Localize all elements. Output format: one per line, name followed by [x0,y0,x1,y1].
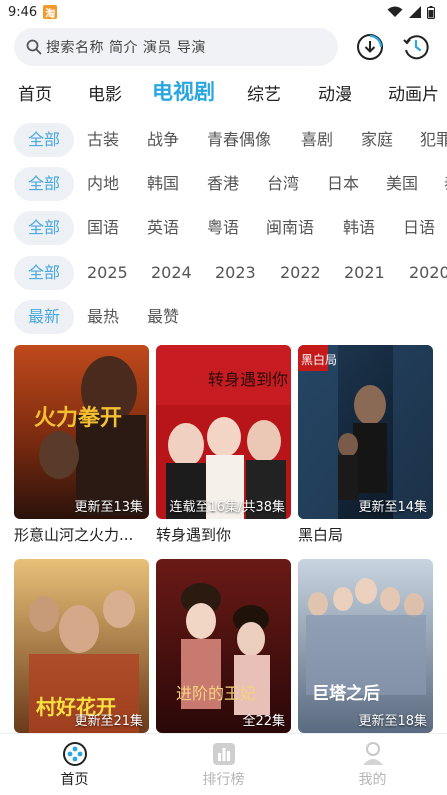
filter-row-sort: 最新 最热 最赞 [0,300,447,334]
poster-title-art: 进阶的王妃 [176,684,256,703]
filter-row-language: 全部 国语 英语 粤语 闽南语 韩语 日语 [0,211,447,245]
signal-icon [409,6,421,18]
ranking-chart-icon [212,742,235,765]
poster-title-art: 巨塔之后 [312,683,380,704]
filter-chip[interactable]: 青春偶像 [207,123,271,157]
filter-chip[interactable]: 美国 [386,167,418,201]
search-input[interactable]: 搜索名称 简介 演员 导演 [14,28,338,66]
filter-chip[interactable]: 2022 [280,256,321,290]
video-card[interactable]: 巨塔之后 更新至18集 [298,559,433,733]
download-icon[interactable] [356,33,384,61]
filter-chip[interactable]: 全部 [14,167,75,201]
episode-badge: 更新至14集 [358,500,427,515]
filter-chip[interactable]: 内地 [87,167,119,201]
filter-chip[interactable]: 闽南语 [266,211,314,245]
filter-row-genre: 全部 古装 战争 青春偶像 喜剧 家庭 犯罪 [0,123,447,157]
status-bar: 9:46 淘 [0,0,447,24]
category-tabs: 首页 电影 电视剧 综艺 动漫 动画片 [0,74,447,110]
filter-chip[interactable]: 家庭 [361,123,393,157]
history-icon[interactable] [402,33,430,61]
filter-chip[interactable]: 2024 [151,256,192,290]
episode-badge: 更新至21集 [74,714,143,729]
poster-title-art: 转身遇到你 [208,370,288,389]
video-poster[interactable]: 黑白局 更新至14集 [298,345,433,519]
tab-home[interactable]: 首页 [18,80,52,105]
episode-badge: 连载至16集/共38集 [169,500,285,515]
filter-chip[interactable]: 台湾 [267,167,299,201]
filter-row-year: 全部 2025 2024 2023 2022 2021 2020 [0,256,447,290]
video-title: 转身遇到你 [156,526,232,544]
video-poster[interactable]: 火力拳开 更新至13集 [14,345,149,519]
video-card[interactable]: 村好花开 更新至21集 [14,559,149,733]
battery-icon [427,5,435,19]
filter-chip[interactable]: 全部 [14,256,75,290]
episode-badge: 全22集 [242,714,285,729]
film-reel-icon [62,741,87,766]
video-card[interactable]: 进阶的王妃 全22集 [156,559,291,733]
poster-image: 村好花开 [14,559,149,733]
poster-title-art: 黑白局 [301,352,337,367]
filter-chip[interactable]: 犯罪 [420,123,447,157]
wifi-icon [387,6,403,17]
bottom-nav-label: 首页 [60,771,89,788]
video-poster[interactable]: 转身遇到你 连载至16集/共38集 [156,345,291,519]
bottom-nav-ranking[interactable]: 排行榜 [149,734,298,795]
filter-chip[interactable]: 喜剧 [301,123,333,157]
bottom-navigation: 首页 排行榜 我的 [0,733,447,795]
tab-cartoon[interactable]: 动画片 [388,80,439,105]
bottom-nav-mine[interactable]: 我的 [298,734,447,795]
search-icon [26,39,42,55]
episode-badge: 更新至18集 [358,714,427,729]
poster-image: 巨塔之后 [298,559,433,733]
sort-chip[interactable]: 最热 [87,300,119,334]
bottom-nav-home[interactable]: 首页 [0,734,149,795]
video-card[interactable]: 转身遇到你 连载至16集/共38集 转身遇到你 [156,345,291,545]
search-row: 搜索名称 简介 演员 导演 [14,28,437,66]
tab-tv-series[interactable]: 电视剧 [152,76,215,106]
filter-chip[interactable]: 韩语 [343,211,375,245]
video-title: 形意山河之火力... [14,526,134,544]
video-poster[interactable]: 村好花开 更新至21集 [14,559,149,733]
taobao-notification-icon: 淘 [43,5,58,20]
filter-chip[interactable]: 2020 [409,256,447,290]
search-placeholder: 搜索名称 简介 演员 导演 [46,40,206,56]
filter-chip[interactable]: 2021 [344,256,385,290]
tab-anime[interactable]: 动漫 [318,80,352,105]
poster-title-art: 火力拳开 [34,405,122,431]
video-card[interactable]: 火力拳开 更新至13集 形意山河之火力... [14,345,149,545]
tab-variety[interactable]: 综艺 [247,80,281,105]
filter-chip[interactable]: 日本 [327,167,359,201]
filter-chip[interactable]: 全部 [14,211,75,245]
filter-chip[interactable]: 香港 [207,167,239,201]
filter-chip[interactable]: 英语 [147,211,179,245]
filter-chip[interactable]: 粤语 [207,211,239,245]
filter-row-region: 全部 内地 韩国 香港 台湾 日本 美国 泰 [0,167,447,201]
poster-image: 黑白局 [298,345,433,519]
filter-chip[interactable]: 古装 [87,123,119,157]
episode-badge: 更新至13集 [74,500,143,515]
video-poster[interactable]: 进阶的王妃 全22集 [156,559,291,733]
sort-chip[interactable]: 最赞 [147,300,179,334]
user-profile-icon [362,741,383,765]
status-time: 9:46 [8,4,38,20]
bottom-nav-label: 我的 [358,771,387,788]
poster-image: 转身遇到你 [156,345,291,519]
filter-chip[interactable]: 日语 [403,211,435,245]
filter-chip[interactable]: 全部 [14,123,75,157]
filter-chip[interactable]: 2023 [215,256,256,290]
filter-chip[interactable]: 2025 [87,256,128,290]
filter-chip[interactable]: 战争 [147,123,179,157]
filter-chip[interactable]: 国语 [87,211,119,245]
tab-movies[interactable]: 电影 [88,80,122,105]
filter-chip[interactable]: 韩国 [147,167,179,201]
video-card[interactable]: 黑白局 更新至14集 黑白局 [298,345,433,545]
poster-image: 进阶的王妃 [156,559,291,733]
video-poster[interactable]: 巨塔之后 更新至18集 [298,559,433,733]
video-title: 黑白局 [298,526,344,544]
sort-chip[interactable]: 最新 [14,300,75,334]
poster-image: 火力拳开 [14,345,149,519]
bottom-nav-label: 排行榜 [202,771,245,788]
